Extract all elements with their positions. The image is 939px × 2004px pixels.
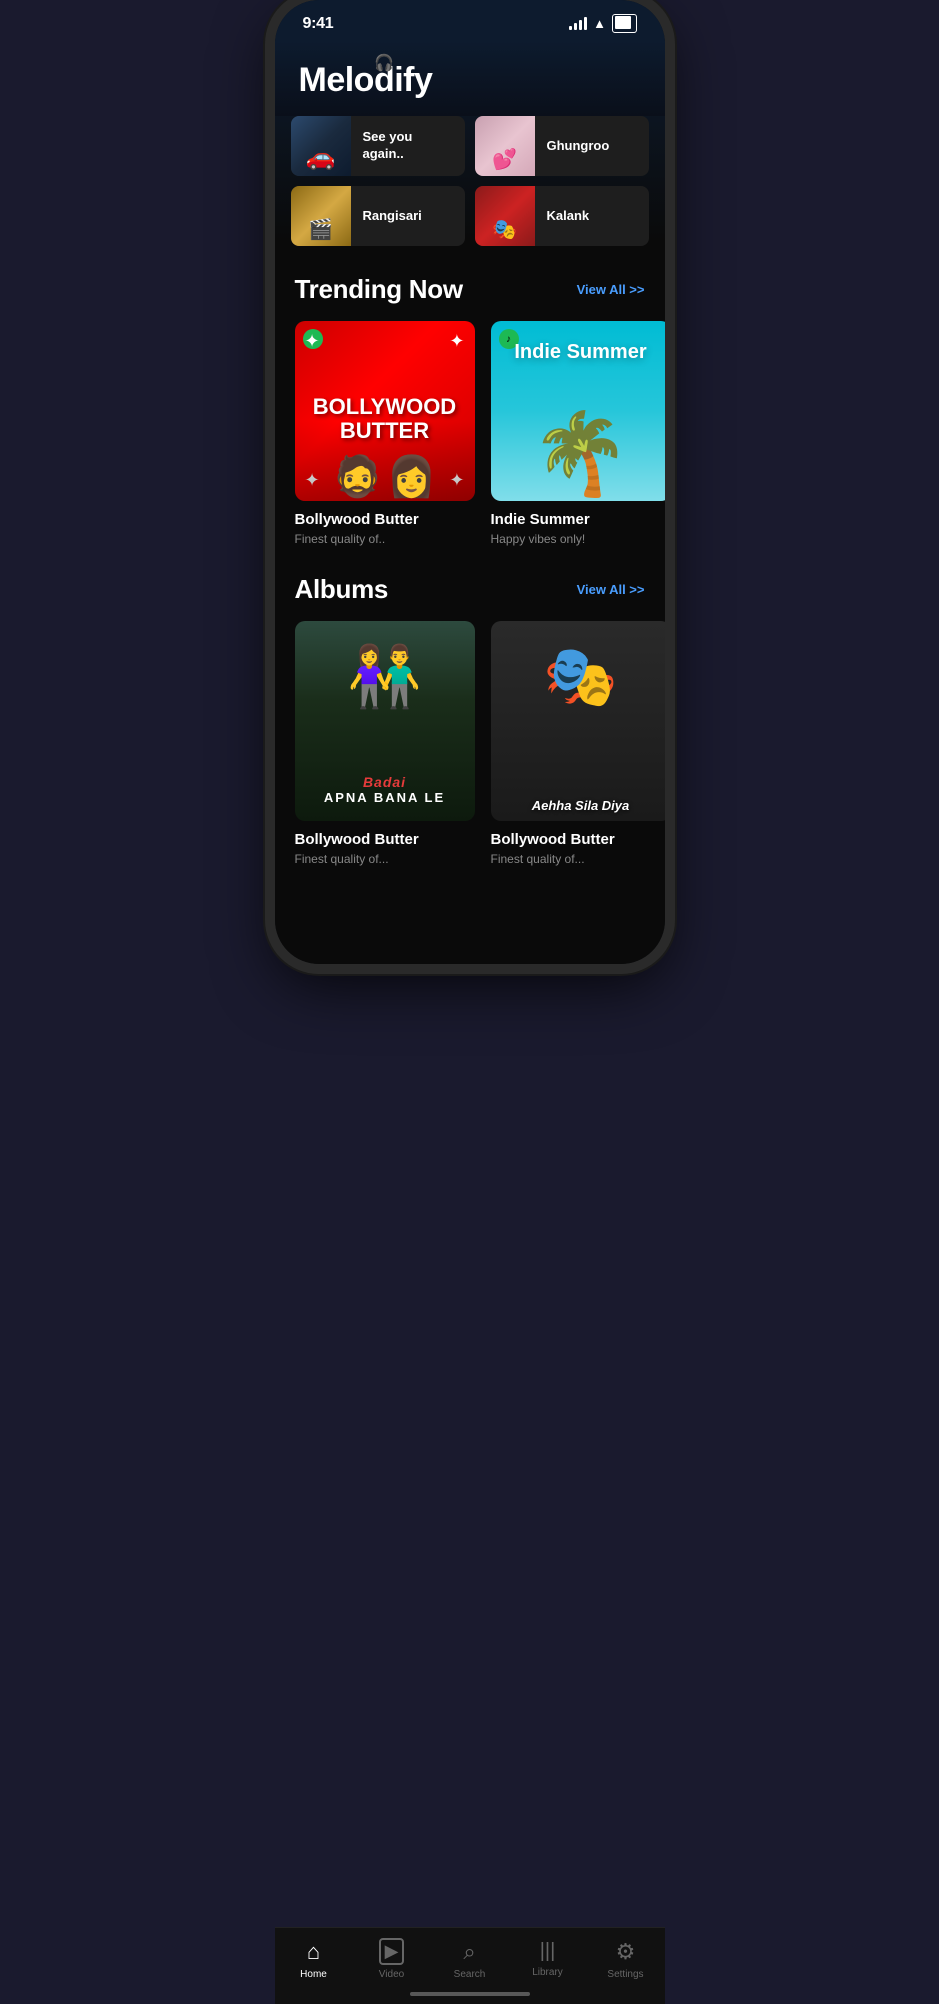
status-time: 9:41: [303, 15, 334, 33]
achha-sila-diya-art: Aehha Sila Diya: [491, 621, 665, 821]
trending-title: Trending Now: [295, 274, 463, 305]
trending-header: Trending Now View All >>: [275, 274, 665, 321]
quick-item-see-you-again[interactable]: See you again..: [291, 116, 465, 176]
signal-icon: [569, 17, 587, 30]
quick-label-kalank: Kalank: [535, 208, 649, 225]
apna-bana-le-art: Badai APNA BANA LE: [295, 621, 475, 821]
apna-album-desc: Finest quality of...: [295, 852, 475, 866]
playlist-card-bollywood-butter[interactable]: ✦ ✦ ✦ ✦ BOLLYWOODBUTTER 🧔 👩 Bollywood Bu…: [295, 321, 475, 546]
albums-title: Albums: [295, 574, 389, 605]
album-card-apna-bana-le[interactable]: Badai APNA BANA LE Bollywood Butter Fine…: [295, 621, 475, 866]
quick-access-grid: See you again.. Ghungroo Rangisari Kalan…: [275, 116, 665, 254]
albums-view-all[interactable]: View All >>: [577, 582, 645, 597]
album-card-achha-sila-diya[interactable]: Aehha Sila Diya Bollywood Butter Finest …: [491, 621, 665, 866]
palm-trees: 🌴: [531, 407, 631, 501]
quick-label-ghungroo: Ghungroo: [535, 138, 649, 155]
albums-section: Albums View All >> Badai APNA BANA LE Bo…: [275, 554, 665, 874]
quick-thumb-rangisari: [291, 186, 351, 246]
app-title: Melod🎧ify: [299, 61, 641, 100]
quick-thumb-ghungroo: [475, 116, 535, 176]
albums-scroll[interactable]: Badai APNA BANA LE Bollywood Butter Fine…: [275, 621, 665, 866]
star-tl: ✦: [305, 331, 320, 352]
battery-icon: [612, 14, 636, 33]
wifi-icon: ▲: [593, 16, 606, 31]
quick-label-rangisari: Rangisari: [351, 208, 465, 225]
achha-label-text: Aehha Sila Diya: [524, 798, 638, 813]
apna-label: Badai APNA BANA LE: [295, 774, 475, 805]
headphone-icon: d🎧: [374, 61, 394, 100]
indie-summer-art: Indie Summer 🌴: [491, 321, 665, 501]
quick-item-ghungroo[interactable]: Ghungroo: [475, 116, 649, 176]
figure-2: 👩: [387, 457, 437, 497]
trending-section: Trending Now View All >> ✦ ✦ ✦ ✦ BOLLYWO…: [275, 254, 665, 554]
playlist-card-indie-summer[interactable]: Indie Summer 🌴 Indie Summer Happy vibes …: [491, 321, 665, 546]
trending-view-all[interactable]: View All >>: [577, 282, 645, 297]
apna-subtitle-text: APNA BANA LE: [295, 790, 475, 805]
status-bar: 9:41 ▲: [275, 0, 665, 41]
phone-frame: 9:41 ▲ Melod🎧ify See you aga: [275, 0, 665, 964]
achha-album-desc: Finest quality of...: [491, 852, 665, 866]
indie-summer-name: Indie Summer: [491, 511, 665, 528]
indie-title-overlay: Indie Summer: [514, 341, 646, 364]
bollywood-title-text: BOLLYWOODBUTTER: [305, 387, 464, 451]
quick-thumb-kalank: [475, 186, 535, 246]
quick-item-kalank[interactable]: Kalank: [475, 186, 649, 246]
quick-thumb-see-you: [291, 116, 351, 176]
bollywood-butter-desc: Finest quality of..: [295, 532, 475, 546]
apna-album-name: Bollywood Butter: [295, 831, 475, 848]
star-tr: ✦: [449, 331, 464, 352]
apna-title-text: Badai: [295, 774, 475, 790]
indie-summer-desc: Happy vibes only!: [491, 532, 665, 546]
quick-label-see-you: See you again..: [351, 129, 465, 163]
figure-1: 🧔: [333, 457, 383, 497]
app-content: Melod🎧ify See you again.. Ghungroo Rangi…: [275, 41, 665, 964]
bollywood-butter-name: Bollywood Butter: [295, 511, 475, 528]
bollywood-butter-art: ✦ ✦ ✦ ✦ BOLLYWOODBUTTER 🧔 👩: [295, 321, 475, 501]
header: Melod🎧ify: [275, 41, 665, 116]
quick-item-rangisari[interactable]: Rangisari: [291, 186, 465, 246]
status-icons: ▲: [569, 14, 636, 33]
achha-album-name: Bollywood Butter: [491, 831, 665, 848]
albums-header: Albums View All >>: [275, 574, 665, 621]
trending-scroll[interactable]: ✦ ✦ ✦ ✦ BOLLYWOODBUTTER 🧔 👩 Bollywood Bu…: [275, 321, 665, 546]
